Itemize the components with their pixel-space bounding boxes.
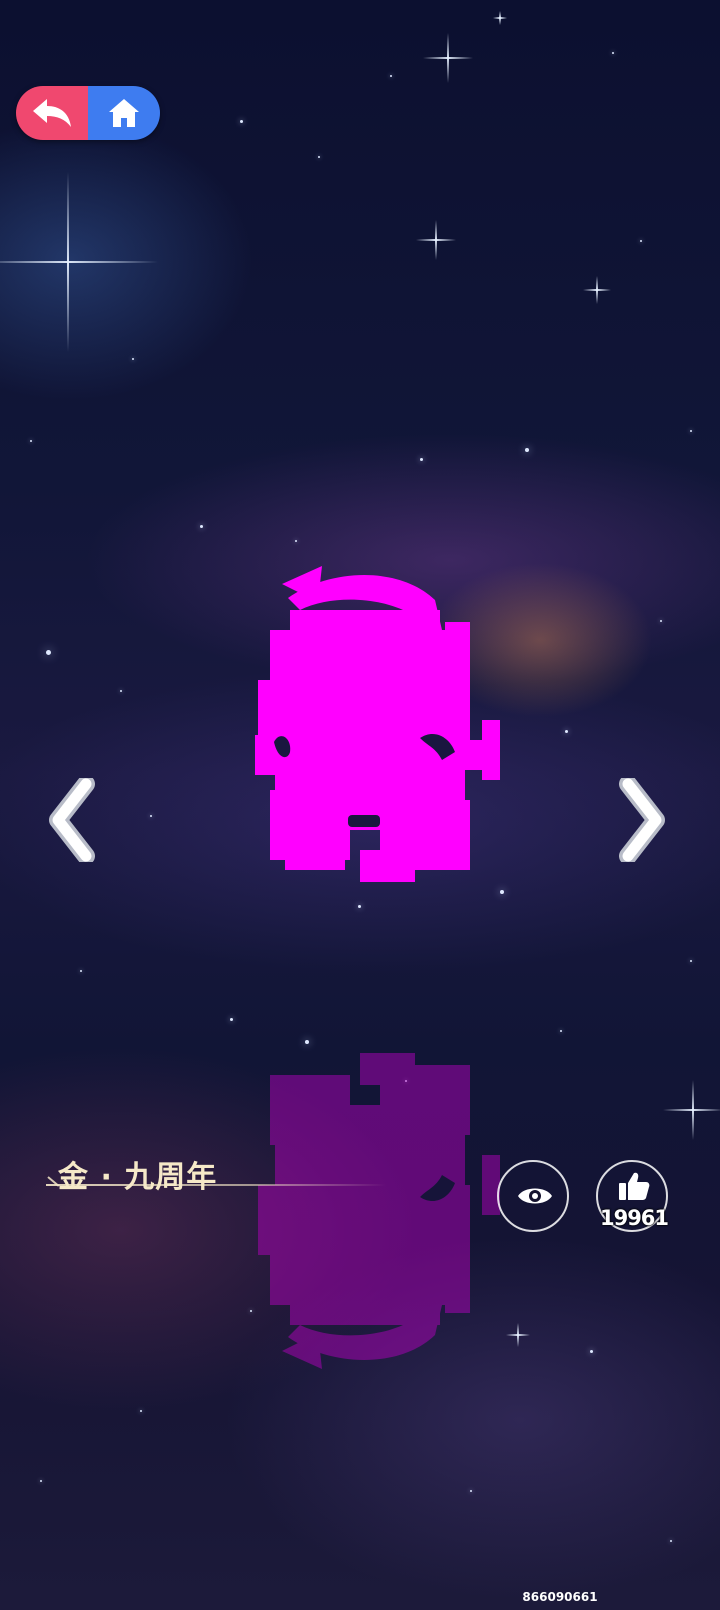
star xyxy=(390,75,392,77)
top-nav xyxy=(16,86,160,140)
star xyxy=(46,650,51,655)
star xyxy=(420,458,423,461)
like-count: 19961 xyxy=(599,1206,669,1230)
star xyxy=(318,156,320,158)
star xyxy=(200,525,203,528)
star xyxy=(132,358,134,360)
back-arrow-icon xyxy=(33,99,71,127)
home-icon xyxy=(109,99,139,127)
skin-name-row: 金 · 九周年 xyxy=(46,1140,386,1200)
star xyxy=(560,1030,562,1032)
avatar-frame xyxy=(255,566,500,882)
avatar-reflection xyxy=(258,1053,500,1369)
star xyxy=(295,540,297,542)
star xyxy=(660,620,662,622)
star xyxy=(240,120,243,123)
user-id: 866090661 xyxy=(522,1590,598,1604)
view-button[interactable] xyxy=(497,1160,569,1232)
skin-name: 金 · 九周年 xyxy=(58,1160,218,1195)
star xyxy=(358,905,361,908)
star xyxy=(690,430,692,432)
eye-icon xyxy=(518,1188,552,1204)
star xyxy=(590,1350,593,1353)
name-underline xyxy=(46,1184,386,1186)
star xyxy=(565,730,568,733)
star xyxy=(140,1410,142,1412)
star xyxy=(500,890,504,894)
star xyxy=(470,1490,472,1492)
thumbs-up-icon xyxy=(619,1172,650,1200)
next-button[interactable] xyxy=(612,778,668,862)
star xyxy=(230,1018,233,1021)
star xyxy=(670,1540,672,1542)
star xyxy=(40,1480,42,1482)
star xyxy=(80,970,82,972)
star xyxy=(525,448,529,452)
like-button[interactable]: 19961 xyxy=(596,1160,669,1232)
chevron-right-icon xyxy=(619,778,665,862)
back-button[interactable] xyxy=(16,86,88,140)
chevron-left-icon xyxy=(49,778,95,862)
star xyxy=(305,1040,309,1044)
star xyxy=(30,440,32,442)
previous-button[interactable] xyxy=(46,778,102,862)
star xyxy=(690,960,692,962)
star xyxy=(150,815,152,817)
star xyxy=(612,52,614,54)
home-button[interactable] xyxy=(88,86,160,140)
star xyxy=(640,240,642,242)
star xyxy=(120,690,122,692)
